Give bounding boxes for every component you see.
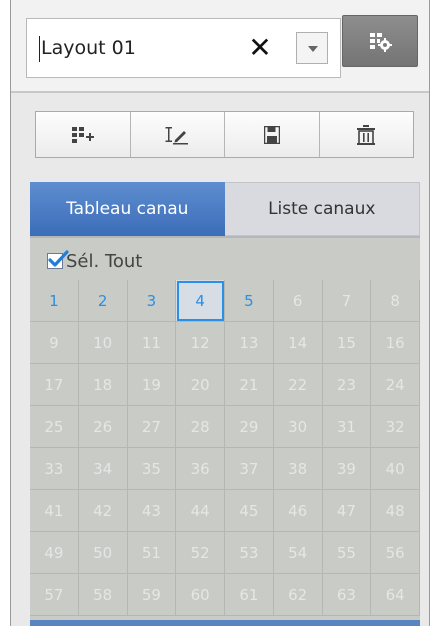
channel-cell-41[interactable]: 41	[30, 490, 79, 532]
rename-layout-icon	[165, 126, 189, 144]
channel-cell-61[interactable]: 61	[225, 574, 274, 616]
save-layout-button[interactable]	[225, 112, 320, 157]
channel-cell-13[interactable]: 13	[225, 322, 274, 364]
channel-cell-5[interactable]: 5	[225, 280, 274, 322]
select-all-checkbox[interactable]: Sél. Tout	[47, 247, 142, 275]
checkmark-icon	[48, 250, 69, 267]
channel-cell-43[interactable]: 43	[127, 490, 177, 532]
delete-layout-button[interactable]	[320, 112, 414, 157]
channel-grid: 1 2 3 4 5 6 7 8 9 10 11 12 13 14 15 16 17 18 19 20 21 22 23 24 2…	[30, 280, 420, 616]
select-all-label: Sél. Tout	[66, 250, 143, 272]
channel-cell-17[interactable]: 17	[30, 364, 79, 406]
channel-cell-29[interactable]: 29	[225, 406, 274, 448]
channel-cell-15[interactable]: 15	[322, 322, 372, 364]
layout-dropdown-button[interactable]	[296, 32, 328, 64]
channel-cell-11[interactable]: 11	[127, 322, 177, 364]
channel-cell-60[interactable]: 60	[176, 574, 225, 616]
channel-tabs: Tableau canau Liste canaux	[30, 182, 420, 236]
layout-name-field[interactable]: Layout 01 ✕	[26, 18, 341, 78]
channel-cell-19[interactable]: 19	[127, 364, 177, 406]
channel-cell-46[interactable]: 46	[273, 490, 323, 532]
channel-cell-21[interactable]: 21	[225, 364, 274, 406]
channel-cell-23[interactable]: 23	[322, 364, 372, 406]
channel-cell-48[interactable]: 48	[371, 490, 420, 532]
channel-cell-24[interactable]: 24	[371, 364, 420, 406]
channel-cell-7[interactable]: 7	[322, 280, 372, 322]
channel-cell-18[interactable]: 18	[78, 364, 128, 406]
channel-cell-12[interactable]: 12	[176, 322, 225, 364]
layout-name-value: Layout 01	[41, 37, 136, 59]
channel-cell-51[interactable]: 51	[127, 532, 177, 574]
channel-cell-4[interactable]: 4	[176, 280, 225, 322]
layout-settings-button[interactable]	[342, 15, 418, 67]
scroll-bar	[30, 620, 420, 626]
channel-cell-36[interactable]: 36	[176, 448, 225, 490]
channel-cell-47[interactable]: 47	[322, 490, 372, 532]
channel-cell-62[interactable]: 62	[273, 574, 323, 616]
channel-cell-55[interactable]: 55	[322, 532, 372, 574]
channel-cell-25[interactable]: 25	[30, 406, 79, 448]
save-layout-icon	[263, 125, 280, 144]
channel-cell-8[interactable]: 8	[371, 280, 420, 322]
channel-cell-40[interactable]: 40	[371, 448, 420, 490]
chevron-down-icon	[308, 46, 318, 52]
add-layout-icon	[71, 126, 94, 143]
channel-cell-6[interactable]: 6	[273, 280, 323, 322]
tab-channel-list[interactable]: Liste canaux	[224, 182, 420, 236]
channel-cell-20[interactable]: 20	[176, 364, 225, 406]
channel-cell-42[interactable]: 42	[78, 490, 128, 532]
channel-cell-54[interactable]: 54	[273, 532, 323, 574]
clear-icon[interactable]: ✕	[245, 31, 275, 65]
channel-cell-2[interactable]: 2	[78, 280, 128, 322]
channel-cell-49[interactable]: 49	[30, 532, 79, 574]
channel-cell-37[interactable]: 37	[225, 448, 274, 490]
layout-settings-icon	[370, 33, 392, 52]
text-caret	[39, 36, 40, 62]
add-layout-button[interactable]	[36, 112, 131, 157]
channel-cell-50[interactable]: 50	[78, 532, 128, 574]
channel-cell-3[interactable]: 3	[127, 280, 177, 322]
channel-cell-16[interactable]: 16	[371, 322, 420, 364]
channel-cell-39[interactable]: 39	[322, 448, 372, 490]
layout-panel: Layout 01 ✕ Tableau canau Liste canaux S…	[10, 0, 430, 626]
channel-cell-1[interactable]: 1	[30, 280, 79, 322]
channel-cell-22[interactable]: 22	[273, 364, 323, 406]
channel-cell-45[interactable]: 45	[225, 490, 274, 532]
channel-cell-30[interactable]: 30	[273, 406, 323, 448]
channel-cell-34[interactable]: 34	[78, 448, 128, 490]
channel-cell-9[interactable]: 9	[30, 322, 79, 364]
channel-cell-28[interactable]: 28	[176, 406, 225, 448]
channel-cell-38[interactable]: 38	[273, 448, 323, 490]
channel-cell-14[interactable]: 14	[273, 322, 323, 364]
channel-cell-56[interactable]: 56	[371, 532, 420, 574]
channel-cell-63[interactable]: 63	[322, 574, 372, 616]
tab-channel-table[interactable]: Tableau canau	[30, 182, 225, 236]
channel-cell-44[interactable]: 44	[176, 490, 225, 532]
checkbox[interactable]	[47, 250, 69, 269]
channel-grid-area: Sél. Tout 1 2 3 4 5 6 7 8 9 10 11 12 13 14 15 16 17 18 19 2…	[30, 236, 420, 620]
channel-cell-33[interactable]: 33	[30, 448, 79, 490]
channel-cell-32[interactable]: 32	[371, 406, 420, 448]
channel-cell-31[interactable]: 31	[322, 406, 372, 448]
channel-cell-35[interactable]: 35	[127, 448, 177, 490]
channel-cell-59[interactable]: 59	[127, 574, 177, 616]
channel-cell-53[interactable]: 53	[225, 532, 274, 574]
channel-cell-57[interactable]: 57	[30, 574, 79, 616]
delete-layout-icon	[357, 124, 376, 145]
layout-toolbar	[35, 111, 414, 158]
channel-cell-64[interactable]: 64	[371, 574, 420, 616]
layout-header: Layout 01 ✕	[11, 0, 429, 93]
channel-cell-26[interactable]: 26	[78, 406, 128, 448]
rename-layout-button[interactable]	[131, 112, 225, 157]
channel-cell-58[interactable]: 58	[78, 574, 128, 616]
channel-cell-27[interactable]: 27	[127, 406, 177, 448]
channel-cell-52[interactable]: 52	[176, 532, 225, 574]
channel-cell-10[interactable]: 10	[78, 322, 128, 364]
